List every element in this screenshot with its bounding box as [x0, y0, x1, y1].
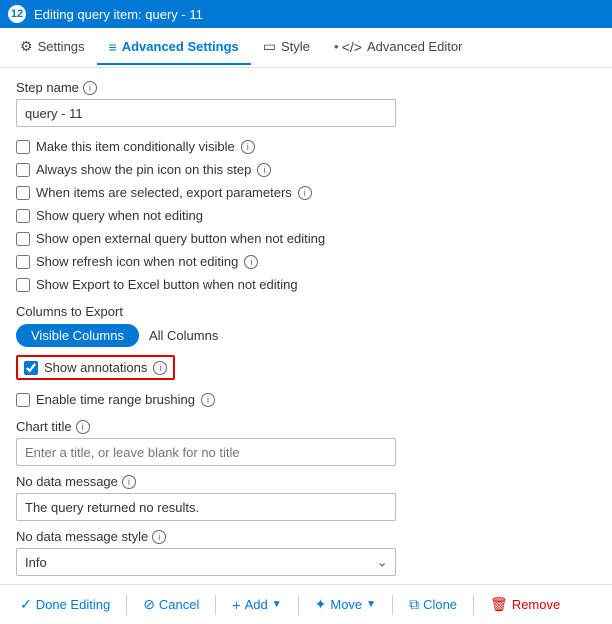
checkbox-show-query-not-editing-input[interactable]: [16, 209, 30, 223]
checkbox-show-external-button-input[interactable]: [16, 232, 30, 246]
checkbox-show-query-not-editing-label: Show query when not editing: [36, 208, 203, 223]
checkbox-show-annotations-info[interactable]: i: [153, 361, 167, 375]
checkbox-show-export-excel-input[interactable]: [16, 278, 30, 292]
title-badge: 12: [8, 5, 26, 23]
done-editing-button[interactable]: ✓ Done Editing: [12, 592, 118, 617]
checkbox-enable-time-brushing-label: Enable time range brushing: [36, 392, 195, 407]
columns-toggle-group: Visible Columns All Columns: [16, 324, 596, 347]
checkbox-enable-time-brushing-info[interactable]: i: [201, 393, 215, 407]
no-data-message-style-info-icon[interactable]: i: [152, 530, 166, 544]
checkbox-show-pin-icon: Always show the pin icon on this step i: [16, 158, 596, 181]
checkbox-conditionally-visible-input[interactable]: [16, 140, 30, 154]
tab-advanced-editor-label: Advanced Editor: [367, 39, 462, 54]
checkbox-export-parameters-info[interactable]: i: [298, 186, 312, 200]
checkbox-show-annotations: Show annotations i: [16, 355, 175, 380]
remove-button[interactable]: 🗑 Remove: [482, 592, 568, 617]
separator-4: [392, 595, 393, 615]
checkbox-show-refresh-icon-label: Show refresh icon when not editing: [36, 254, 238, 269]
no-data-message-label-row: No data message i: [16, 474, 596, 489]
chart-title-label: Chart title: [16, 419, 72, 434]
checkbox-show-pin-icon-input[interactable]: [16, 163, 30, 177]
clone-icon: ⧉: [409, 596, 419, 613]
done-editing-label: Done Editing: [36, 597, 110, 612]
no-data-message-style-select[interactable]: Info Warning Error Success: [16, 548, 396, 576]
checkbox-show-external-button-label: Show open external query button when not…: [36, 231, 325, 246]
checkbox-show-refresh-icon-input[interactable]: [16, 255, 30, 269]
move-button[interactable]: ✦ Move ▼: [307, 592, 384, 617]
step-name-info-icon[interactable]: i: [83, 81, 97, 95]
step-name-input[interactable]: [16, 99, 396, 127]
add-caret-icon: ▼: [272, 599, 282, 610]
checkbox-show-refresh-icon: Show refresh icon when not editing i: [16, 250, 596, 273]
remove-label: Remove: [512, 597, 560, 612]
title-bar: 12 Editing query item: query - 11: [0, 0, 612, 28]
checkbox-show-query-not-editing: Show query when not editing: [16, 204, 596, 227]
no-data-message-style-label: No data message style: [16, 529, 148, 544]
separator-1: [126, 595, 127, 615]
move-label: Move: [330, 597, 362, 612]
content-area: Step name i Make this item conditionally…: [0, 68, 612, 584]
bottom-toolbar: ✓ Done Editing ⊘ Cancel + Add ▼ ✦ Move ▼…: [0, 584, 612, 624]
title-text: Editing query item: query - 11: [34, 7, 203, 22]
no-data-message-label: No data message: [16, 474, 118, 489]
clone-button[interactable]: ⧉ Clone: [401, 592, 465, 617]
columns-to-export-label: Columns to Export: [16, 304, 596, 319]
checkbox-conditionally-visible-label: Make this item conditionally visible: [36, 139, 235, 154]
checkbox-show-external-button: Show open external query button when not…: [16, 227, 596, 250]
cancel-label: Cancel: [159, 597, 199, 612]
chart-title-input[interactable]: [16, 438, 396, 466]
step-name-label-row: Step name i: [16, 80, 596, 95]
checkbox-export-parameters-label: When items are selected, export paramete…: [36, 185, 292, 200]
tab-advanced-editor[interactable]: ● </> Advanced Editor: [322, 31, 475, 65]
advanced-settings-icon: ≡: [109, 39, 117, 55]
settings-icon: ⚙: [20, 38, 33, 55]
checkbox-enable-time-brushing-input[interactable]: [16, 393, 30, 407]
remove-icon: 🗑: [490, 596, 508, 613]
checkbox-export-parameters: When items are selected, export paramete…: [16, 181, 596, 204]
no-data-message-style-wrapper: Info Warning Error Success ⌄: [16, 548, 396, 576]
checkbox-conditionally-visible-info[interactable]: i: [241, 140, 255, 154]
no-data-message-input[interactable]: [16, 493, 396, 521]
checkbox-export-parameters-input[interactable]: [16, 186, 30, 200]
checkbox-show-annotations-input[interactable]: [24, 361, 38, 375]
tab-style-label: Style: [281, 39, 310, 54]
tab-settings-label: Settings: [38, 39, 85, 54]
style-icon: ▭: [263, 38, 276, 55]
checkbox-show-refresh-info[interactable]: i: [244, 255, 258, 269]
cancel-icon: ⊘: [143, 596, 155, 613]
separator-2: [215, 595, 216, 615]
add-button[interactable]: + Add ▼: [224, 593, 289, 617]
visible-columns-btn[interactable]: Visible Columns: [16, 324, 139, 347]
all-columns-btn[interactable]: All Columns: [139, 325, 228, 346]
add-icon: +: [232, 597, 240, 613]
separator-5: [473, 595, 474, 615]
advanced-editor-icon: </>: [342, 39, 362, 55]
done-editing-icon: ✓: [20, 596, 32, 613]
separator-3: [298, 595, 299, 615]
tab-settings[interactable]: ⚙ Settings: [8, 30, 97, 65]
tab-advanced-settings-label: Advanced Settings: [122, 39, 239, 54]
tab-advanced-settings[interactable]: ≡ Advanced Settings: [97, 31, 251, 65]
checkbox-show-pin-icon-label: Always show the pin icon on this step: [36, 162, 251, 177]
checkbox-show-export-excel-label: Show Export to Excel button when not edi…: [36, 277, 298, 292]
move-icon: ✦: [315, 596, 327, 613]
add-label: Add: [245, 597, 268, 612]
checkbox-enable-time-brushing: Enable time range brushing i: [16, 388, 596, 411]
move-caret-icon: ▼: [366, 599, 376, 610]
checkbox-show-pin-info[interactable]: i: [257, 163, 271, 177]
chart-title-info-icon[interactable]: i: [76, 420, 90, 434]
checkbox-show-export-excel: Show Export to Excel button when not edi…: [16, 273, 596, 296]
checkbox-conditionally-visible: Make this item conditionally visible i: [16, 135, 596, 158]
clone-label: Clone: [423, 597, 457, 612]
tab-style[interactable]: ▭ Style: [251, 30, 322, 65]
tab-bar: ⚙ Settings ≡ Advanced Settings ▭ Style ●…: [0, 28, 612, 68]
no-data-message-style-label-row: No data message style i: [16, 529, 596, 544]
no-data-message-info-icon[interactable]: i: [122, 475, 136, 489]
cancel-button[interactable]: ⊘ Cancel: [135, 592, 207, 617]
advanced-editor-dot: ●: [334, 42, 339, 51]
checkbox-show-annotations-label: Show annotations: [44, 360, 147, 375]
chart-title-label-row: Chart title i: [16, 419, 596, 434]
step-name-label: Step name: [16, 80, 79, 95]
